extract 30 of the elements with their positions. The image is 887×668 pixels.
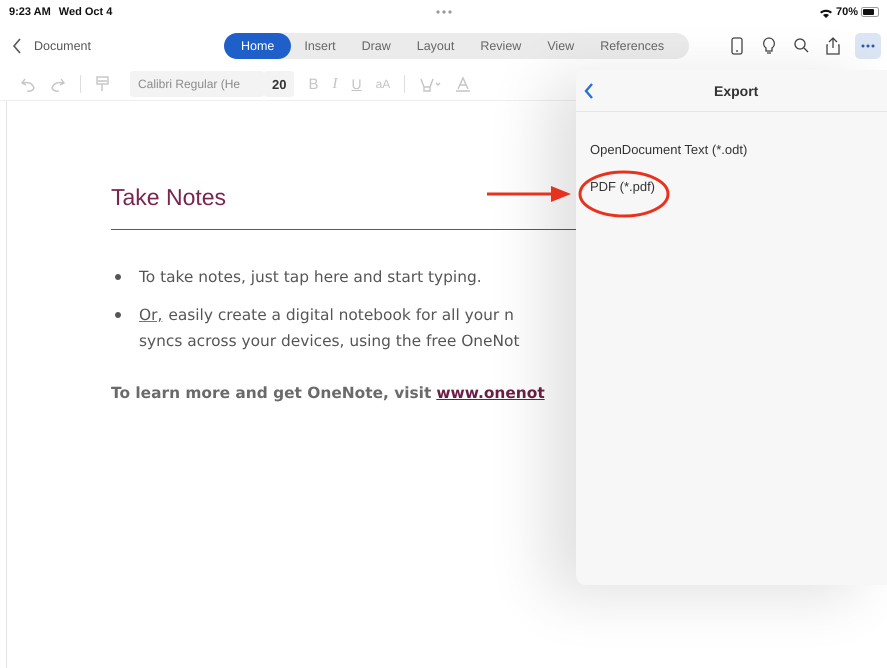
font-color-icon[interactable] <box>455 76 472 92</box>
font-size-field[interactable]: 20 <box>264 71 294 97</box>
onenote-link[interactable]: www.onenot <box>436 384 545 402</box>
export-option[interactable]: OpenDocument Text (*.odt) <box>590 142 748 157</box>
back-icon[interactable] <box>12 37 22 55</box>
more-button[interactable] <box>855 33 881 59</box>
battery-icon <box>861 7 879 17</box>
ribbon-tab[interactable]: References <box>587 33 678 59</box>
ribbon-tab[interactable]: Home <box>224 33 292 59</box>
document-title: Document <box>34 39 91 53</box>
bullet-dot <box>115 312 121 318</box>
flagged-word[interactable]: Or, <box>139 302 162 328</box>
body-text: syncs across your devices, using the free OneNot <box>139 331 520 352</box>
body-text: To take notes, just tap here and start typing. <box>139 267 482 288</box>
panel-title: Export <box>714 82 758 98</box>
status-time: 9:23 AM <box>9 6 51 18</box>
body-text: To learn more and get OneNote, visit <box>111 384 432 402</box>
body-text: easily create a digital notebook for all your n <box>168 305 514 326</box>
ribbon-tab[interactable]: Insert <box>291 33 349 59</box>
wifi-icon <box>818 6 833 18</box>
battery-percent: 70% <box>836 6 858 18</box>
ribbon-tab[interactable]: Review <box>467 33 534 59</box>
ribbon-tab[interactable]: Layout <box>404 33 468 59</box>
multitasking-dots-icon[interactable] <box>435 9 453 15</box>
back-icon[interactable] <box>584 82 595 100</box>
bullet-dot <box>115 274 121 280</box>
ribbon-tab[interactable]: View <box>534 33 588 59</box>
status-date: Wed Oct 4 <box>58 6 112 18</box>
ribbon-tab[interactable]: Draw <box>348 33 404 59</box>
font-name-field[interactable]: Calibri Regular (He <box>130 71 264 97</box>
